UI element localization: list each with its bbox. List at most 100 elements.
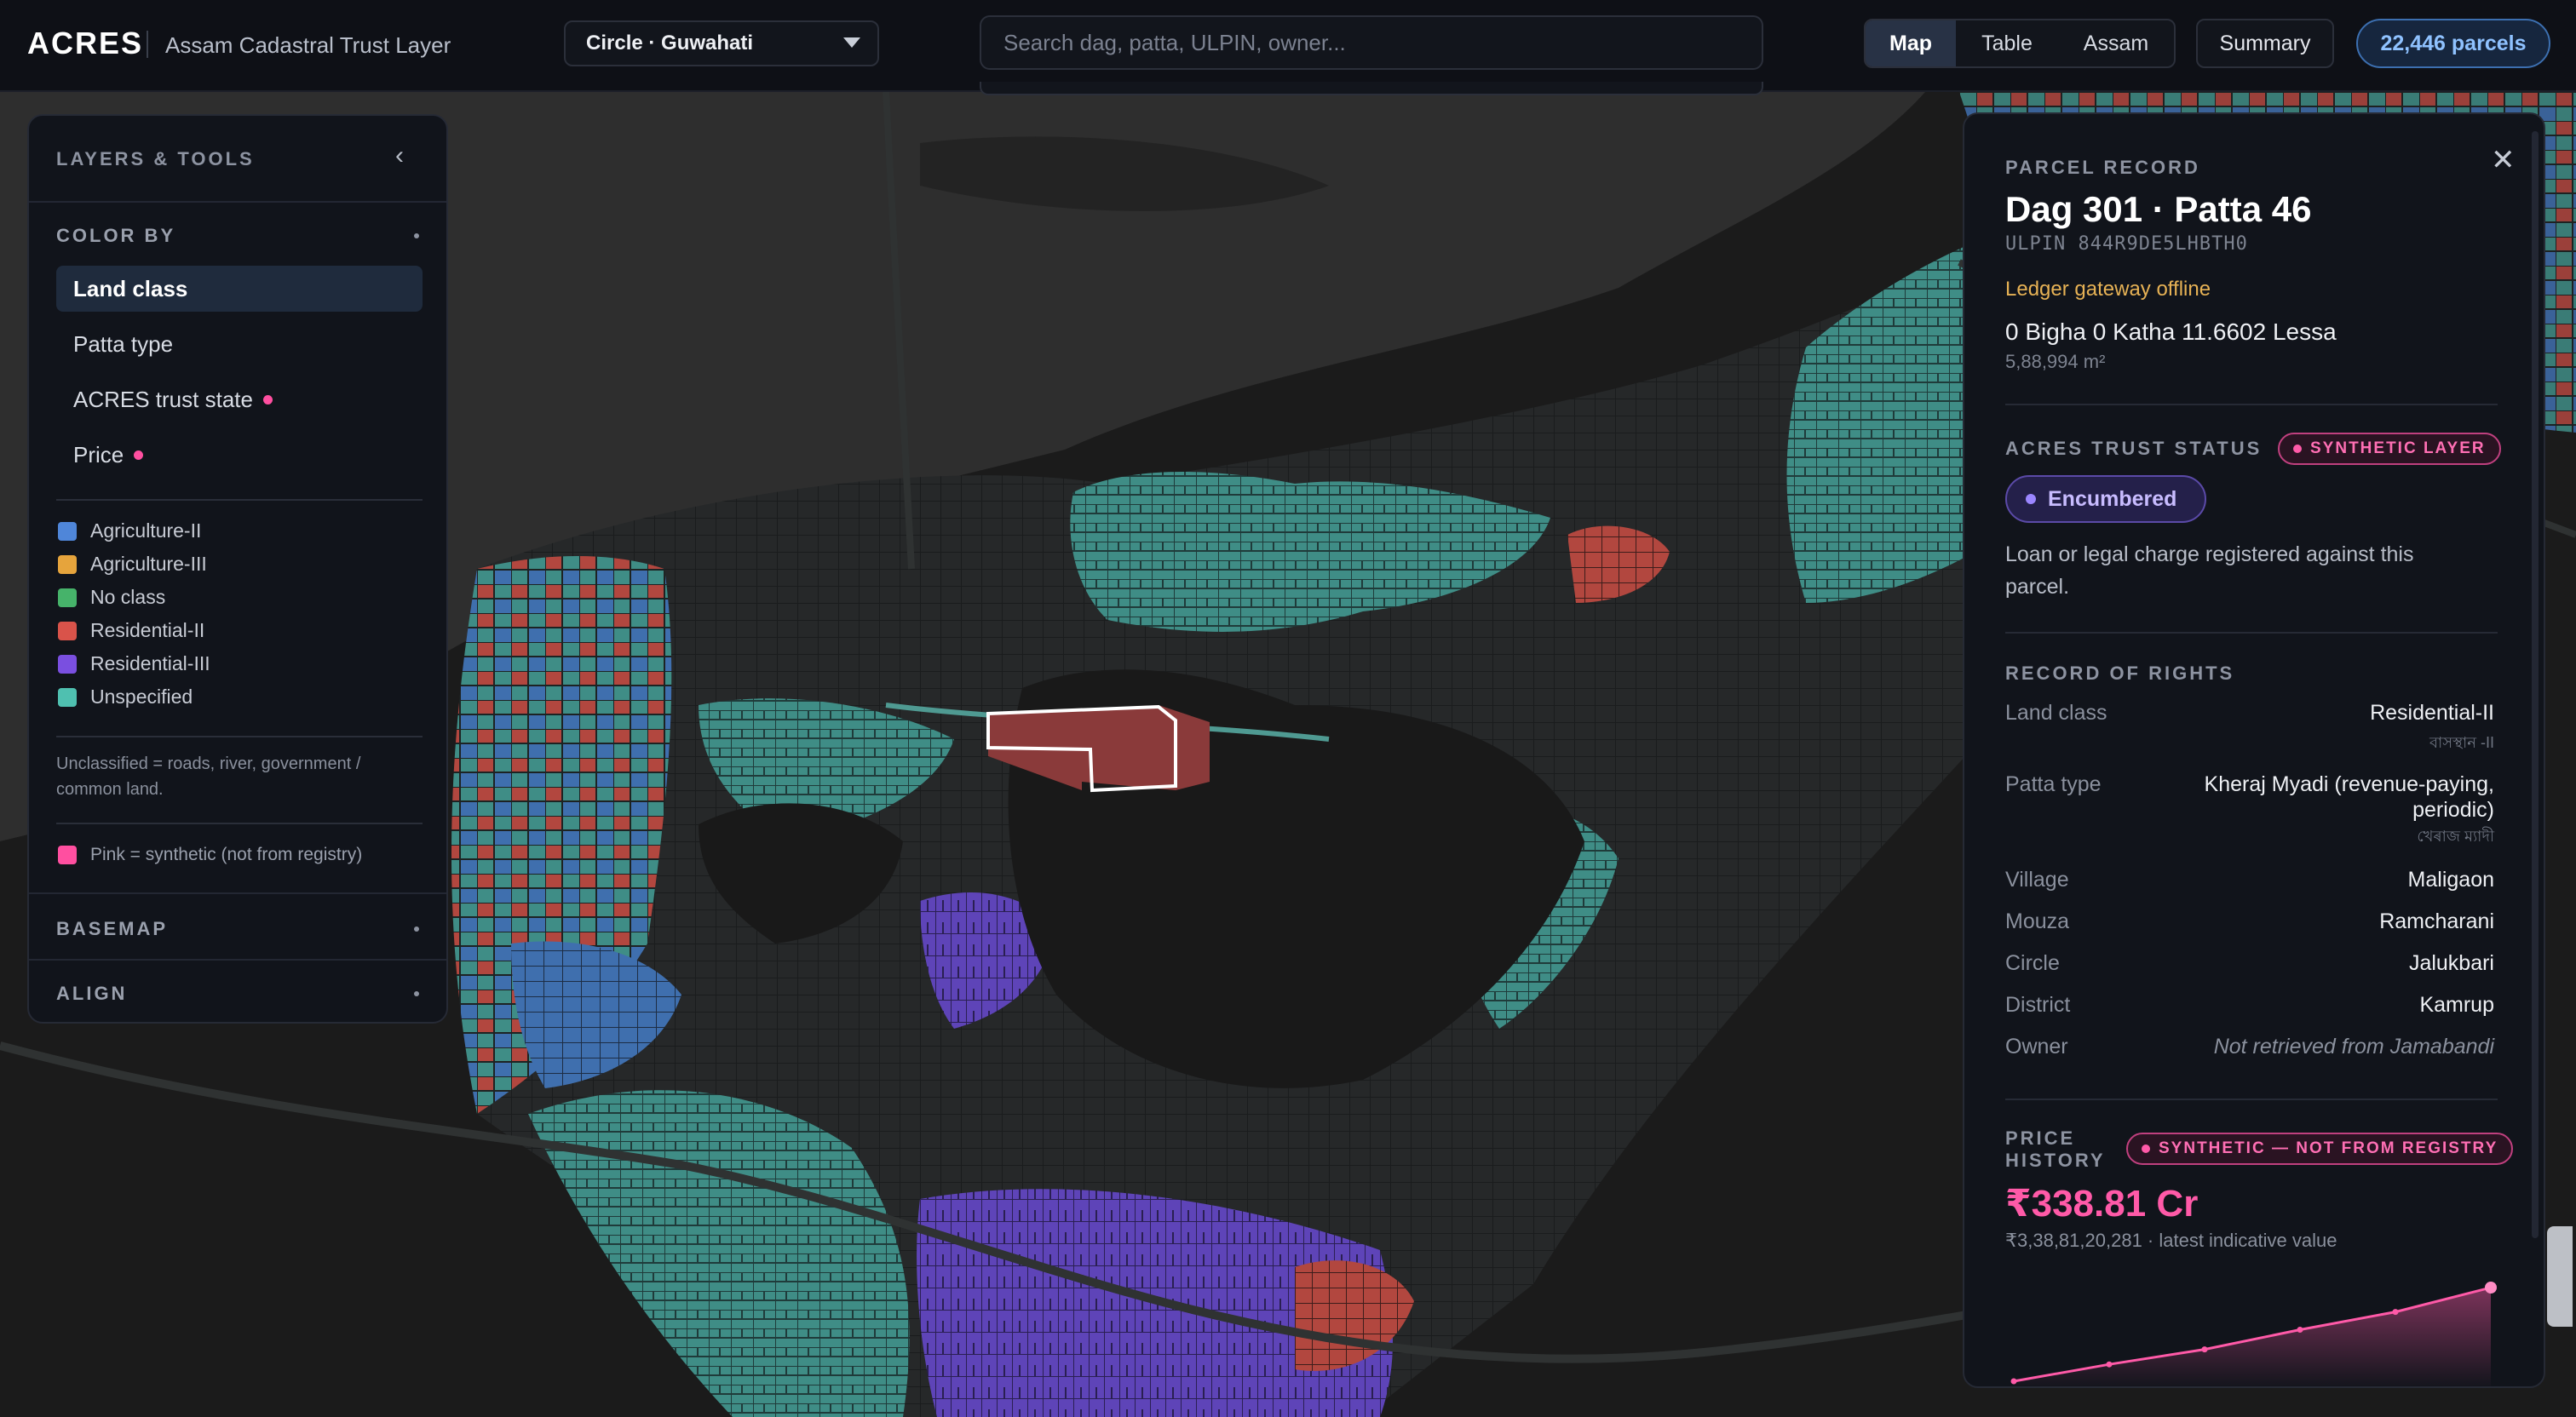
trust-description: Loan or legal charge registered against …	[2005, 542, 2414, 599]
view-switcher: Map Table Assam	[1864, 19, 2176, 68]
mouza-key: Mouza	[2005, 909, 2070, 933]
legend-label: Agriculture-III	[90, 553, 207, 575]
price-chip-label: SYNTHETIC — NOT FROM REGISTRY	[2159, 1139, 2498, 1157]
color-option-label: Land class	[73, 275, 188, 301]
land-class-value: Residential-II	[2370, 701, 2494, 725]
close-icon[interactable]: ✕	[2491, 143, 2516, 177]
circle-value: Jalukbari	[2408, 951, 2494, 975]
price-value: ₹338.81 Cr	[2005, 1183, 2199, 1225]
divider	[29, 959, 446, 961]
legend-item: Residential-II	[58, 619, 204, 642]
ulpin: ULPIN 844R9DE5LHBTH0	[2005, 233, 2248, 255]
tab-table[interactable]: Table	[1956, 20, 2058, 66]
brand-logo[interactable]: ACRES	[27, 26, 143, 61]
layers-panel-title: LAYERS & TOOLS	[56, 148, 255, 169]
parcel-area: 0 Bigha 0 Katha 11.6602 Lessa	[2005, 318, 2337, 345]
divider	[29, 201, 446, 203]
owner-key: Owner	[2005, 1035, 2068, 1058]
patta-type-key: Patta type	[2005, 772, 2102, 796]
color-option-trust-state[interactable]: ACRES trust state	[56, 376, 423, 422]
synthetic-chip-label: SYNTHETIC LAYER	[2310, 439, 2486, 457]
tab-map[interactable]: Map	[1866, 20, 1956, 66]
record-of-rights-label: RECORD OF RIGHTS	[2005, 663, 2235, 684]
sparkline-point	[2010, 1378, 2017, 1385]
legend-item: Residential-III	[58, 652, 210, 675]
align-title[interactable]: ALIGN	[56, 983, 127, 1005]
synthetic-price-chip: SYNTHETIC — NOT FROM REGISTRY	[2126, 1133, 2514, 1165]
synthetic-dot-icon	[2293, 445, 2302, 453]
divider	[2005, 632, 2498, 634]
section-toggle-icon[interactable]	[414, 991, 419, 996]
layers-panel: LAYERS & TOOLS ‹ COLOR BY Land class Pat…	[27, 114, 448, 1024]
synthetic-dot-icon	[134, 450, 144, 460]
land-class-key: Land class	[2005, 701, 2107, 725]
tab-assam[interactable]: Assam	[2058, 20, 2174, 66]
land-class-native: বাসস্থান -II	[2429, 734, 2494, 751]
synthetic-note: Pink = synthetic (not from registry)	[90, 845, 363, 864]
sparkline-point	[2106, 1361, 2113, 1368]
circle-key: Circle	[2005, 951, 2060, 975]
section-toggle-icon[interactable]	[414, 926, 419, 932]
divider	[2005, 404, 2498, 405]
mouza-value: Ramcharani	[2379, 909, 2494, 933]
search-input[interactable]	[980, 15, 1763, 70]
trust-state-badge: Encumbered	[2005, 475, 2206, 523]
legend-swatch	[58, 521, 77, 541]
color-option-label: Price	[73, 441, 124, 468]
price-history-label: PRICE HISTORY	[2005, 1127, 2106, 1171]
legend-label: No class	[90, 586, 166, 608]
color-option-patta-type[interactable]: Patta type	[56, 321, 423, 367]
brand-divider	[147, 31, 148, 58]
parcel-count-badge[interactable]: 22,446 parcels	[2356, 19, 2550, 68]
trust-status-label: ACRES TRUST STATUS	[2005, 438, 2263, 459]
sparkline-point	[2392, 1309, 2399, 1316]
legend-swatch	[58, 621, 77, 640]
legend-label: Agriculture-II	[90, 519, 202, 542]
summary-button[interactable]: Summary	[2196, 19, 2334, 68]
legend-item: Agriculture-II	[58, 519, 201, 542]
legend-swatch	[58, 654, 77, 674]
legend-item: Unspecified	[58, 686, 193, 708]
divider	[2005, 1099, 2498, 1100]
divider	[56, 736, 423, 737]
chevron-left-icon[interactable]: ‹	[395, 141, 404, 170]
synthetic-dot-icon	[262, 394, 273, 404]
legend-swatch	[58, 554, 77, 574]
color-option-label: Patta type	[73, 330, 174, 357]
synthetic-legend: Pink = synthetic (not from registry)	[58, 845, 362, 865]
patta-type-native: খেৰাজ ম্যাদী	[2417, 828, 2494, 845]
status-dot-icon	[2026, 494, 2036, 504]
sparkline-point	[2297, 1327, 2303, 1333]
legend-item: Agriculture-III	[58, 553, 207, 576]
patta-type-value: Kheraj Myadi (revenue-paying, periodic)	[2204, 772, 2494, 822]
legend-swatch	[58, 588, 77, 607]
price-sparkline	[2010, 1282, 2497, 1386]
owner-value: Not retrieved from Jamabandi	[2213, 1035, 2494, 1058]
side-handle[interactable]	[2547, 1226, 2573, 1327]
circle-select[interactable]: Circle · Guwahati	[564, 20, 879, 66]
price-subtext: ₹3,38,81,20,281 · latest indicative valu…	[2005, 1230, 2337, 1251]
legend-label: Residential-II	[90, 619, 205, 641]
legend-label: Residential-III	[90, 652, 210, 674]
parcel-area-sqm: 5,88,994 m²	[2005, 351, 2106, 372]
parcel-record-label: PARCEL RECORD	[2005, 157, 2200, 178]
color-option-land-class[interactable]: Land class	[56, 266, 423, 312]
village-value: Maligaon	[2407, 868, 2494, 892]
village-key: Village	[2005, 868, 2069, 892]
synthetic-layer-chip: SYNTHETIC LAYER	[2278, 433, 2501, 465]
section-toggle-icon[interactable]	[414, 233, 419, 238]
divider	[29, 892, 446, 894]
top-bar: ACRES Assam Cadastral Trust Layer Circle…	[0, 0, 2576, 95]
legend-label: Unspecified	[90, 686, 193, 708]
parcel-record-panel: ✕ PARCEL RECORD Dag 301 · Patta 46 ULPIN…	[1963, 112, 2545, 1388]
color-option-price[interactable]: Price	[56, 432, 423, 478]
scrollbar[interactable]	[2532, 131, 2539, 1238]
district-value: Kamrup	[2419, 993, 2494, 1017]
color-by-title[interactable]: COLOR BY	[56, 225, 175, 247]
basemap-title[interactable]: BASEMAP	[56, 918, 168, 940]
chevron-down-icon	[843, 37, 860, 48]
sparkline-point	[2485, 1282, 2497, 1294]
legend-item: No class	[58, 586, 165, 609]
synthetic-swatch	[58, 846, 77, 864]
sparkline-point	[2201, 1346, 2208, 1353]
